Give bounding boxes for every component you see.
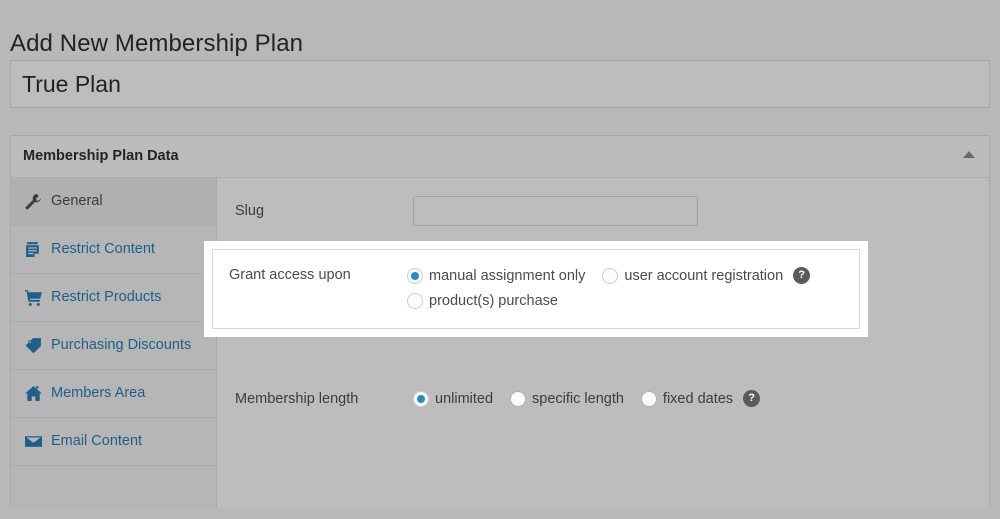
slug-control	[413, 196, 989, 226]
radio-label: unlimited	[435, 390, 494, 407]
membership-length-control: unlimited specific length fixed dates ?	[413, 390, 989, 407]
envelope-icon	[25, 433, 42, 450]
tag-icon	[25, 337, 42, 354]
radio-indicator	[407, 293, 423, 309]
sidebar-item-email-content[interactable]: Email Content	[11, 418, 216, 466]
membership-length-label: Membership length	[235, 390, 359, 407]
grant-access-upon-control: manual assignment only user account regi…	[407, 267, 811, 309]
panel-main-content: Slug Membership length unlimited specifi…	[217, 178, 989, 507]
grant-access-options-line-1: manual assignment only user account regi…	[407, 267, 811, 284]
radio-membership-length-fixed-dates[interactable]: fixed dates	[640, 390, 734, 407]
grant-access-upon-highlight: Grant access upon manual assignment only…	[204, 241, 868, 337]
slug-input[interactable]	[413, 196, 698, 226]
sidebar-item-label: General	[51, 193, 103, 209]
question-mark-icon[interactable]: ?	[743, 390, 761, 407]
radio-label: fixed dates	[662, 390, 734, 407]
grant-access-options-line-2: product(s) purchase	[407, 293, 810, 309]
radio-grant-access-products-purchase[interactable]: product(s) purchase	[407, 293, 558, 309]
slug-row: Slug	[217, 178, 989, 244]
sidebar-filler	[11, 466, 216, 494]
sidebar-item-label: Purchasing Discounts	[51, 337, 192, 353]
radio-indicator	[407, 267, 423, 284]
radio-label: user account registration	[624, 267, 784, 284]
radio-indicator	[602, 267, 619, 284]
sidebar-item-label: Email Content	[51, 433, 143, 449]
radio-label: product(s) purchase	[429, 293, 558, 309]
panel-header: Membership Plan Data	[11, 136, 989, 178]
sidebar-item-label: Restrict Content	[51, 241, 155, 257]
wrench-icon	[25, 193, 42, 210]
radio-membership-length-specific-length[interactable]: specific length	[510, 390, 624, 407]
panel-title: Membership Plan Data	[23, 148, 179, 164]
panel-sidebar: General Restrict Content Restrict Produc…	[11, 178, 217, 507]
radio-indicator	[640, 390, 657, 407]
plan-title-input[interactable]	[10, 60, 990, 108]
cart-icon	[25, 289, 42, 306]
radio-membership-length-unlimited[interactable]: unlimited	[413, 390, 494, 407]
radio-indicator	[413, 390, 429, 407]
radio-label: manual assignment only	[429, 267, 586, 284]
pages-icon	[25, 241, 42, 258]
radio-grant-access-manual-assignment-only[interactable]: manual assignment only	[407, 267, 586, 284]
radio-label: specific length	[532, 390, 624, 407]
sidebar-item-members-area[interactable]: Members Area	[11, 370, 216, 418]
home-icon	[25, 385, 42, 402]
triangle-up-icon[interactable]	[963, 151, 975, 158]
panel-body: General Restrict Content Restrict Produc…	[11, 178, 989, 507]
grant-access-upon-row: Grant access upon manual assignment only…	[212, 249, 860, 329]
radio-grant-access-user-account-registration[interactable]: user account registration	[602, 267, 784, 284]
sidebar-item-label: Restrict Products	[51, 289, 162, 305]
membership-length-row: Membership length unlimited specific len…	[217, 390, 989, 407]
plan-title-field-wrapper	[10, 60, 990, 108]
sidebar-item-label: Members Area	[51, 385, 146, 401]
question-mark-icon[interactable]: ?	[793, 267, 811, 284]
panel-footer	[217, 485, 989, 507]
sidebar-item-restrict-products[interactable]: Restrict Products	[11, 274, 216, 322]
slug-label: Slug	[235, 203, 265, 219]
sidebar-item-purchasing-discounts[interactable]: Purchasing Discounts	[11, 322, 216, 370]
page-title: Add New Membership Plan	[10, 30, 304, 58]
grant-access-upon-label: Grant access upon	[229, 267, 351, 283]
radio-indicator	[510, 390, 527, 407]
sidebar-item-general[interactable]: General	[11, 178, 216, 226]
sidebar-item-restrict-content[interactable]: Restrict Content	[11, 226, 216, 274]
